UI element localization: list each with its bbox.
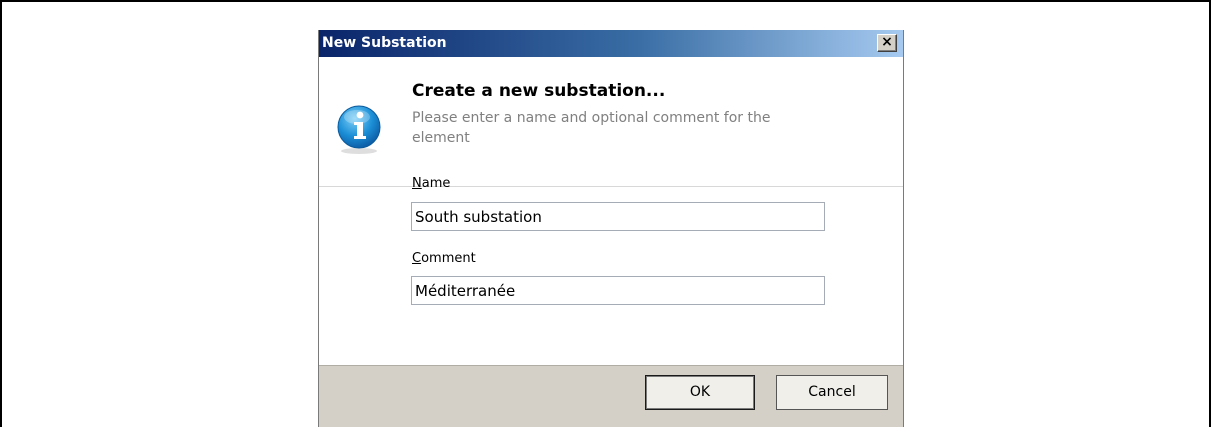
name-input[interactable] xyxy=(411,202,825,231)
dialog-header: Create a new substation... Please enter … xyxy=(319,57,903,187)
new-substation-dialog: New Substation × Create a new substation… xyxy=(318,30,904,427)
close-button[interactable]: × xyxy=(877,34,897,52)
name-label-rest: ame xyxy=(421,176,451,191)
comment-label: Comment xyxy=(412,251,476,266)
dialog-heading: Create a new substation... xyxy=(412,81,666,101)
window-title: New Substation xyxy=(322,35,447,51)
cancel-button[interactable]: Cancel xyxy=(776,375,888,410)
name-label: Name xyxy=(412,176,450,191)
comment-label-accelerator: C xyxy=(412,251,422,266)
close-icon: × xyxy=(881,34,893,50)
info-icon xyxy=(337,105,381,154)
comment-input[interactable] xyxy=(411,276,825,305)
name-label-accelerator: N xyxy=(412,176,422,191)
comment-label-rest: omment xyxy=(421,251,476,266)
button-bar: OK Cancel xyxy=(319,365,903,427)
title-bar[interactable]: New Substation × xyxy=(319,30,903,57)
ok-button[interactable]: OK xyxy=(645,375,755,410)
dialog-subtext: Please enter a name and optional comment… xyxy=(412,110,771,146)
